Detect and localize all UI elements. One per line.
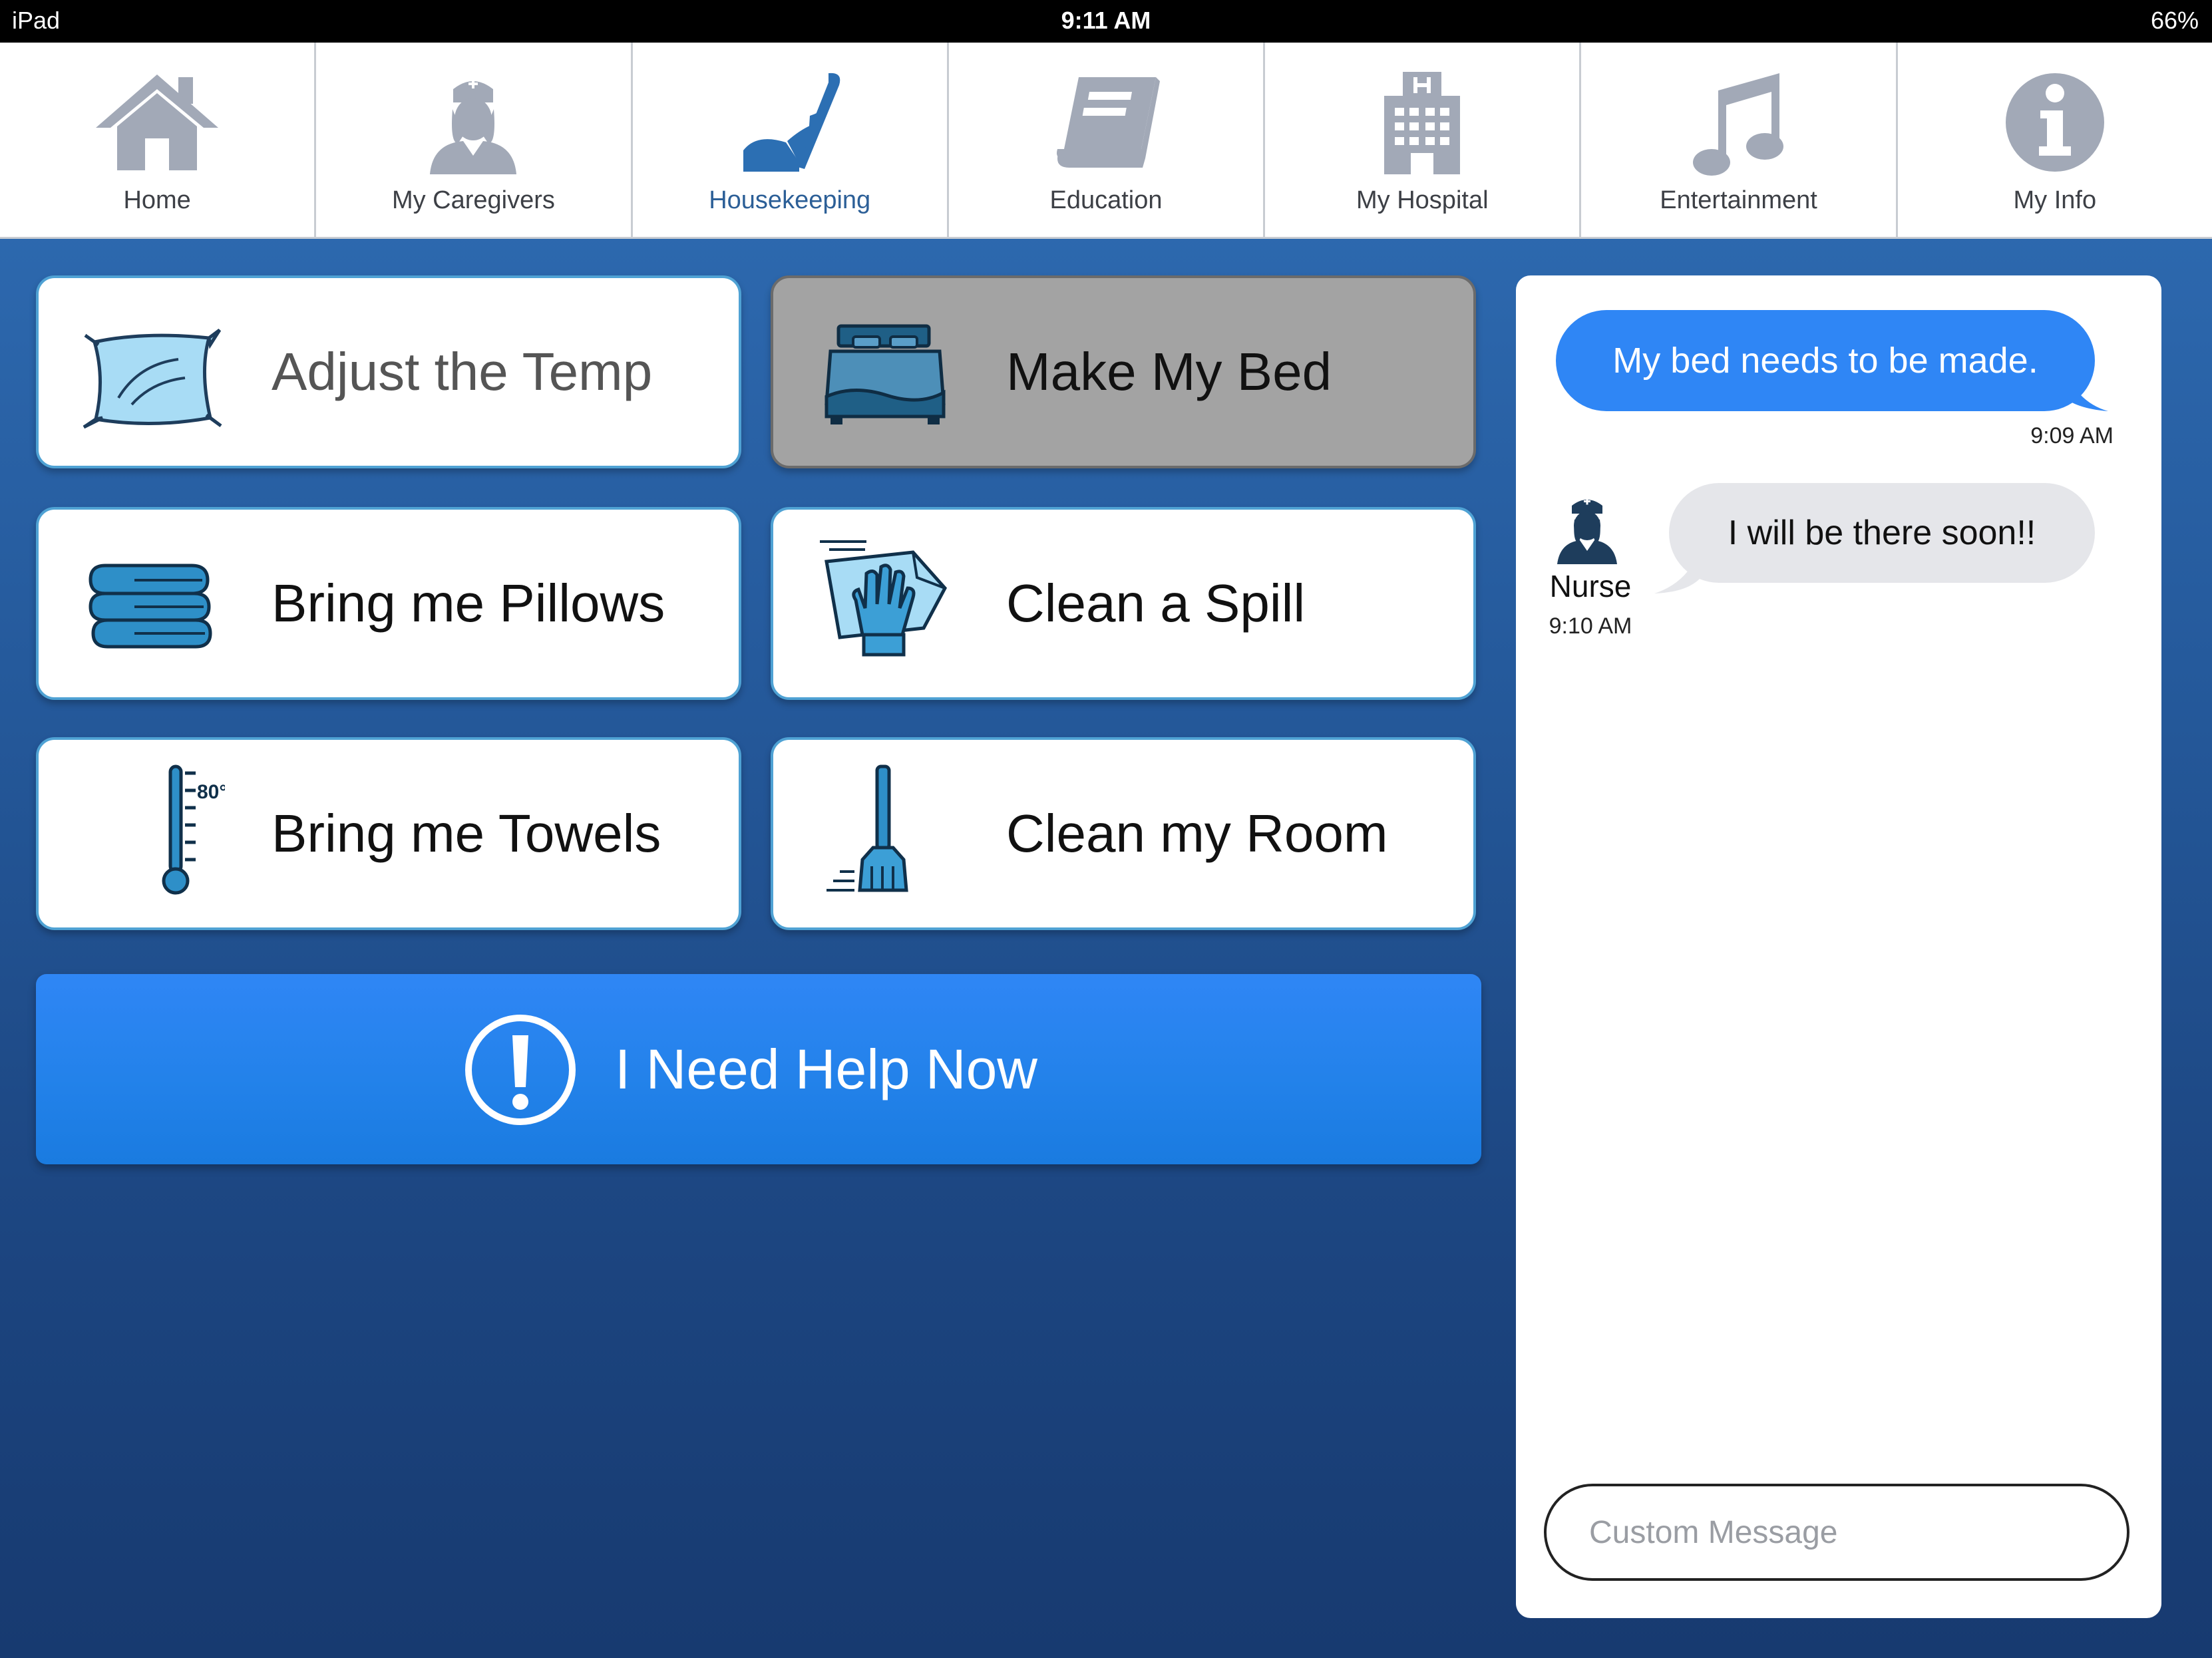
nav-entertainment[interactable]: Entertainment (1581, 43, 1898, 237)
bring-towels-label: Bring me Towels (272, 804, 661, 863)
incoming-message-time: 9:10 AM (1549, 613, 1632, 639)
clean-room-label: Clean my Room (1006, 804, 1388, 863)
chat-panel: My bed needs to be made. 9:09 AM Nurse 9… (1516, 275, 2161, 1618)
nurse-icon (423, 69, 523, 176)
clean-spill-label: Clean a Spill (1006, 574, 1306, 633)
broom-icon (813, 764, 946, 893)
outgoing-message-time: 9:09 AM (2030, 423, 2114, 448)
bed-icon (813, 318, 946, 431)
nav-my-hospital[interactable]: My Hospital (1265, 43, 1582, 237)
bring-pillows-label: Bring me Pillows (272, 574, 665, 633)
bring-pillows-button[interactable]: Bring me Pillows (36, 507, 741, 700)
top-nav: Home My Caregivers Housekeeping Educatio… (0, 43, 2212, 239)
nav-my-hospital-label: My Hospital (1356, 186, 1489, 214)
status-time: 9:11 AM (1061, 7, 1151, 34)
incoming-message: I will be there soon!! (1669, 483, 2095, 583)
nav-education-label: Education (1049, 186, 1163, 214)
adjust-temp-button[interactable]: Adjust the Temp (36, 275, 741, 468)
info-icon (2002, 69, 2108, 176)
nav-housekeeping-label: Housekeeping (709, 186, 871, 214)
hospital-icon (1379, 69, 1465, 176)
outgoing-message: My bed needs to be made. (1556, 310, 2095, 411)
battery-level: 66% (2150, 7, 2199, 34)
thermometer-icon: 80° (79, 764, 227, 895)
nav-home[interactable]: Home (0, 43, 317, 237)
nav-entertainment-label: Entertainment (1660, 186, 1817, 214)
book-icon (1049, 69, 1163, 176)
outgoing-bubble-tail (2062, 362, 2108, 411)
folded-towels-icon (79, 550, 212, 663)
nav-my-info-label: My Info (2013, 186, 2097, 214)
music-note-icon (1689, 69, 1789, 176)
nav-my-caregivers[interactable]: My Caregivers (316, 43, 633, 237)
glove-cloth-icon (813, 540, 948, 663)
help-now-label: I Need Help Now (615, 1037, 1037, 1100)
make-my-bed-button[interactable]: Make My Bed (771, 275, 1476, 468)
status-bar: iPad 9:11 AM 66% (0, 0, 2212, 43)
nav-my-caregivers-label: My Caregivers (391, 186, 555, 214)
nurse-avatar-icon (1551, 492, 1624, 566)
nav-home-label: Home (123, 186, 191, 214)
thermometer-reading: 80° (197, 781, 225, 803)
exclamation-circle-icon (463, 1013, 578, 1127)
make-my-bed-label: Make My Bed (1006, 342, 1332, 401)
clean-room-button[interactable]: Clean my Room (771, 737, 1476, 930)
sender-name: Nurse (1549, 569, 1632, 603)
home-icon (91, 69, 224, 176)
nav-my-info[interactable]: My Info (1898, 43, 2212, 237)
help-now-button[interactable]: I Need Help Now (36, 974, 1481, 1164)
custom-message-input[interactable] (1544, 1484, 2129, 1581)
nav-housekeeping[interactable]: Housekeeping (633, 43, 949, 237)
clean-spill-button[interactable]: Clean a Spill (771, 507, 1476, 700)
nav-education[interactable]: Education (949, 43, 1266, 237)
pillow-icon (79, 318, 222, 431)
adjust-temp-label: Adjust the Temp (272, 342, 653, 401)
vacuum-icon (730, 69, 850, 176)
bring-towels-button[interactable]: 80° Bring me Towels (36, 737, 741, 930)
